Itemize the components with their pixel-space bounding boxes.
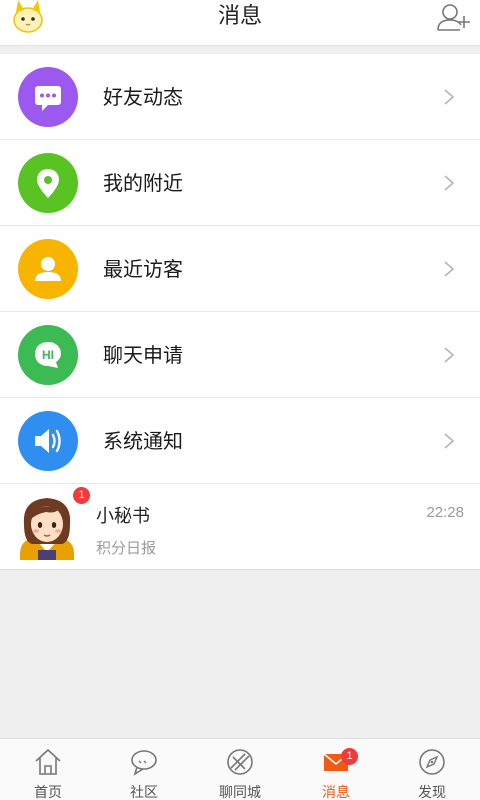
tab-unread-badge: 1 <box>341 748 358 765</box>
menu-item-label: 聊天申请 <box>103 343 183 367</box>
conversation-secretary[interactable]: 小秘书 积分日报 22:28 <box>0 484 480 570</box>
discover-icon <box>419 749 445 775</box>
tab-label: 社区 <box>130 785 158 800</box>
page-title: 消息 <box>217 4 262 29</box>
message-list: 好友动态 我的附近 最近访客 HI 聊天申请 系统通知 小秘书 积分日报 22:… <box>0 54 480 570</box>
menu-item-friend-feed[interactable]: 好友动态 <box>0 54 480 140</box>
conversation-time: 22:28 <box>426 504 464 521</box>
menu-item-label: 我的附近 <box>103 171 183 195</box>
avatar <box>16 494 78 560</box>
conversation-preview: 积分日报 <box>96 539 157 557</box>
menu-item-label: 系统通知 <box>103 429 183 453</box>
chevron-right-icon <box>444 175 455 191</box>
tab-label: 发现 <box>418 785 446 800</box>
menu-item-label: 最近访客 <box>103 257 183 281</box>
location-pin-icon <box>18 153 78 213</box>
bottom-tab-bar: 首页 社区 聊同城 1 消息 发现 <box>0 738 480 800</box>
tab-label: 聊同城 <box>219 785 261 800</box>
tab-community[interactable]: 社区 <box>96 739 192 800</box>
person-icon <box>18 239 78 299</box>
chevron-right-icon <box>444 347 455 363</box>
chat-icon <box>131 750 157 776</box>
hi-bubble-icon: HI <box>18 325 78 385</box>
home-icon <box>35 748 61 775</box>
tab-discover[interactable]: 发现 <box>384 739 480 800</box>
menu-item-chat-requests[interactable]: HI 聊天申请 <box>0 312 480 398</box>
menu-item-recent-visitors[interactable]: 最近访客 <box>0 226 480 312</box>
add-friend-icon[interactable] <box>436 0 474 34</box>
chat-bubble-icon <box>18 67 78 127</box>
tab-local-chat[interactable]: 聊同城 <box>192 739 288 800</box>
chevron-right-icon <box>444 261 455 277</box>
chevron-right-icon <box>444 433 455 449</box>
menu-item-system-notice[interactable]: 系统通知 <box>0 398 480 484</box>
top-bar: 消息 <box>0 0 480 46</box>
menu-item-label: 好友动态 <box>103 85 183 109</box>
chevron-right-icon <box>444 89 455 105</box>
tab-label: 首页 <box>34 785 62 800</box>
tab-home[interactable]: 首页 <box>0 739 96 800</box>
tab-label: 消息 <box>322 785 350 800</box>
svg-text:HI: HI <box>42 348 54 362</box>
conversation-name: 小秘书 <box>96 506 150 527</box>
menu-item-nearby[interactable]: 我的附近 <box>0 140 480 226</box>
unread-badge: 1 <box>73 487 90 504</box>
compass-ring-icon <box>227 749 253 775</box>
speaker-icon <box>18 411 78 471</box>
tab-messages[interactable]: 1 消息 <box>288 739 384 800</box>
